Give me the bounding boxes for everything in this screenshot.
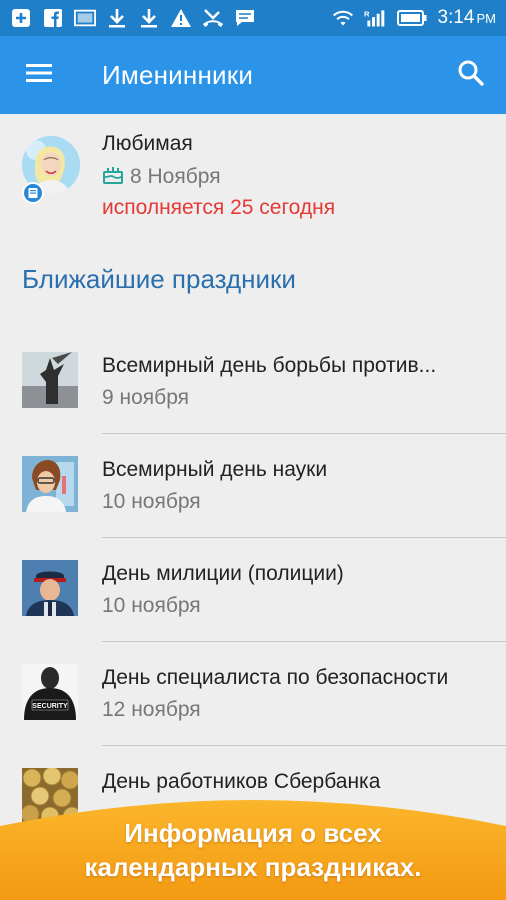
download-icon xyxy=(138,7,160,29)
holiday-title: Всемирный день науки xyxy=(102,458,328,481)
list-item[interactable]: SECURITY День специалиста по безопасност… xyxy=(0,642,506,746)
section-title: Ближайшие праздники xyxy=(22,264,296,294)
holiday-date: 10 ноября xyxy=(102,490,201,513)
menu-button[interactable] xyxy=(0,36,78,114)
notification-icons xyxy=(10,7,256,29)
contact-name: Любимая xyxy=(102,132,193,155)
holiday-date: 9 ноября xyxy=(102,386,190,409)
hamburger-menu-icon xyxy=(25,62,53,89)
holiday-title: День милиции (полиции) xyxy=(102,562,344,585)
holiday-date: 10 ноября xyxy=(102,594,201,617)
status-bar: R 3:14 PM xyxy=(0,0,506,36)
monument-photo-icon xyxy=(22,352,78,408)
promo-line-1: Информация о всех xyxy=(124,818,382,848)
image-icon xyxy=(74,7,96,29)
clock: 3:14 PM xyxy=(437,7,496,28)
list-item[interactable]: День милиции (полиции) 10 ноября xyxy=(0,538,506,642)
birthday-date-text: 8 Ноября xyxy=(130,165,221,188)
promo-text: Информация о всех календарных праздниках… xyxy=(0,816,506,884)
promo-line-2: календарных праздниках. xyxy=(84,852,422,882)
add-box-icon xyxy=(10,7,32,29)
system-icons: R 3:14 PM xyxy=(332,7,496,29)
scientist-photo-icon xyxy=(22,456,78,512)
birthday-date: 8 Ноября xyxy=(102,164,221,190)
missed-call-icon xyxy=(202,7,224,29)
wifi-icon xyxy=(332,7,354,29)
promo-banner: Информация о всех календарных праздниках… xyxy=(0,780,506,900)
security-guard-photo-icon: SECURITY xyxy=(22,664,78,720)
holiday-list: Всемирный день борьбы против... 9 ноября… xyxy=(0,330,506,850)
search-icon xyxy=(457,59,485,92)
warning-icon xyxy=(170,7,192,29)
contact-book-icon xyxy=(22,182,44,204)
police-officer-photo-icon xyxy=(22,560,78,616)
signal-icon: R xyxy=(364,7,386,29)
battery-icon xyxy=(396,7,428,29)
age-note: исполняется 25 сегодня xyxy=(102,196,336,219)
facebook-icon xyxy=(42,7,64,29)
cake-icon xyxy=(102,164,124,190)
birthday-entry[interactable]: Любимая 8 Ноября исполняется 25 сегодня xyxy=(0,114,506,234)
app-bar: Именинники xyxy=(0,36,506,114)
list-item[interactable]: Всемирный день борьбы против... 9 ноября xyxy=(0,330,506,434)
search-button[interactable] xyxy=(436,36,506,114)
holiday-title: Всемирный день борьбы против... xyxy=(102,354,437,377)
holiday-title: День специалиста по безопасности xyxy=(102,666,449,689)
svg-text:R: R xyxy=(364,9,370,18)
security-badge-text: SECURITY xyxy=(32,703,68,710)
download-icon xyxy=(106,7,128,29)
list-item[interactable]: Всемирный день науки 10 ноября xyxy=(0,434,506,538)
holiday-date: 12 ноября xyxy=(102,698,201,721)
page-title: Именинники xyxy=(102,59,254,90)
chat-icon xyxy=(234,7,256,29)
